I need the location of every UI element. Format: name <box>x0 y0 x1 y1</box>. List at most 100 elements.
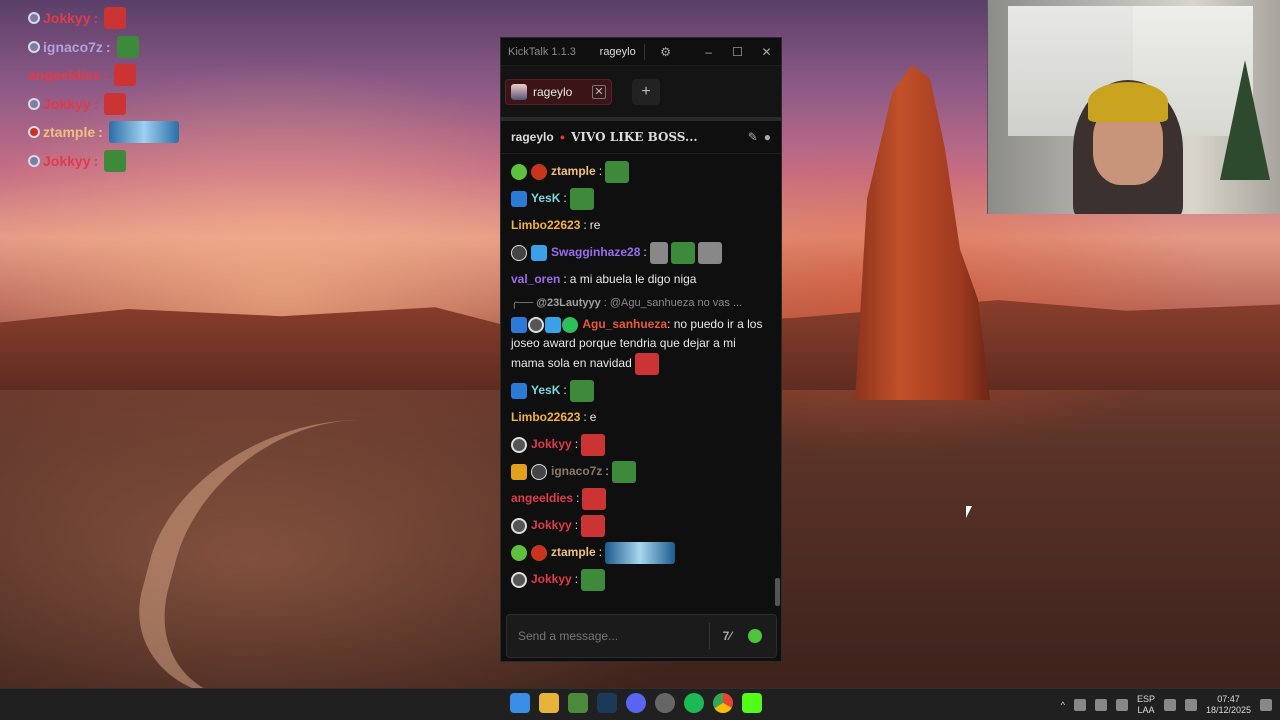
username[interactable]: Swagginhaze28 <box>551 243 640 262</box>
frog-emote-icon <box>569 187 594 210</box>
pin-icon[interactable]: ✎ <box>748 130 758 144</box>
username[interactable]: ignaco7z <box>551 462 602 481</box>
username[interactable]: Limbo22623 <box>511 216 580 235</box>
game-app-icon[interactable] <box>568 693 588 713</box>
steam-icon[interactable] <box>597 693 617 713</box>
username[interactable]: ztample <box>551 543 596 562</box>
tab-rageylo[interactable]: rageylo ✕ <box>505 78 612 105</box>
overlay-username: Jokkyy <box>43 95 91 112</box>
message-input-bar: Send a message... 7⁄ <box>506 614 777 658</box>
overlay-username: ztample <box>43 124 96 141</box>
separator: : <box>105 38 111 55</box>
username[interactable]: angeeldies <box>511 489 573 508</box>
overlay-username: ignaco7z <box>43 38 103 55</box>
close-icon[interactable]: ✕ <box>752 45 781 59</box>
cube-badge-icon <box>531 244 547 261</box>
language-indicator[interactable]: ESP LAA <box>1137 694 1155 716</box>
separator: : <box>93 10 99 27</box>
alien-badge-icon <box>511 163 527 180</box>
frog-emote-icon <box>116 35 139 58</box>
channel-avatar <box>511 83 527 100</box>
santa-emote-icon <box>582 487 607 510</box>
mouse-cursor-icon <box>966 506 972 518</box>
time: 07:47 <box>1217 694 1240 704</box>
separator: : <box>598 545 603 559</box>
cube-badge-icon <box>545 316 561 333</box>
chat-message: Jokkyy: <box>511 431 765 458</box>
frog-emote-icon <box>670 241 695 264</box>
chat-message: Jokkyy: <box>511 566 765 593</box>
tab-bar: rageylo ✕ + <box>501 65 781 121</box>
dot-badge-icon <box>511 517 527 534</box>
shield-icon[interactable] <box>1094 699 1107 711</box>
separator: : <box>563 272 567 286</box>
kicktalk-window: KickTalk 1.1.3 rageylo ⚙ – ☐ ✕ rageylo ✕… <box>500 37 782 662</box>
separator: : <box>93 95 99 112</box>
discord-icon[interactable] <box>626 693 646 713</box>
network-icon[interactable] <box>1163 699 1176 711</box>
notification-icon[interactable] <box>1260 699 1272 711</box>
close-tab-icon[interactable]: ✕ <box>592 84 606 99</box>
message-text: a mi abuela le digo niga <box>569 272 697 286</box>
separator: : <box>598 164 603 178</box>
separator: : <box>583 410 587 424</box>
chat-message: Limbo22623: e <box>511 404 765 431</box>
santa-emote-icon <box>581 514 606 537</box>
santa-emote-icon <box>581 433 606 456</box>
chat-message: Swagginhaze28: <box>511 239 765 266</box>
kick-emote-icon[interactable] <box>748 629 762 643</box>
minimize-icon[interactable]: – <box>694 45 723 59</box>
username[interactable]: YesK <box>531 189 560 208</box>
chrome-icon[interactable] <box>713 693 733 713</box>
channel-header: rageylo ● VIVO LIKE BOSS... ✎ ● <box>501 121 781 154</box>
sync-icon[interactable] <box>1073 699 1086 711</box>
microphone-icon[interactable] <box>1115 699 1128 711</box>
frog-emote-icon <box>581 568 606 591</box>
username[interactable]: Jokkyy <box>531 570 572 589</box>
red-badge-icon <box>531 163 547 180</box>
file-explorer-icon[interactable] <box>539 693 559 713</box>
username[interactable]: ztample <box>551 162 596 181</box>
username[interactable]: val_oren <box>511 270 560 289</box>
language-code: ESP <box>1136 694 1155 704</box>
app-icon[interactable] <box>655 693 675 713</box>
app-name: KickTalk 1.1.3 <box>508 45 576 58</box>
windows-start-icon[interactable] <box>510 693 530 713</box>
frog-emote-icon <box>605 160 630 183</box>
maximize-icon[interactable]: ☐ <box>723 45 752 59</box>
face-emote-icon <box>697 241 722 264</box>
dot-badge-icon <box>511 436 527 453</box>
message-text: re <box>589 218 601 232</box>
reply-preview[interactable]: ╭── @23Lautyyy: @Agu_sanhueza no vas ... <box>511 293 765 313</box>
chat-message: ignaco7z: <box>511 458 765 485</box>
separator: : <box>574 572 579 586</box>
username[interactable]: Limbo22623 <box>511 408 580 427</box>
system-tray: ^ ESP LAA 07:47 18/12/2025 <box>1061 691 1272 719</box>
spotify-icon[interactable] <box>684 693 704 713</box>
separator: : <box>576 491 580 505</box>
add-tab-button[interactable]: + <box>632 78 660 105</box>
volume-icon[interactable] <box>1184 699 1197 711</box>
kick-app-icon[interactable] <box>742 693 762 713</box>
current-user[interactable]: rageylo <box>600 46 639 58</box>
settings-gear-icon[interactable]: ⚙ <box>651 45 680 59</box>
clock[interactable]: 07:47 18/12/2025 <box>1206 694 1251 716</box>
chat-message: Limbo22623: re <box>511 212 765 239</box>
7tv-emote-button[interactable]: 7⁄ <box>710 629 744 643</box>
chat-scrollbar[interactable] <box>775 578 780 606</box>
dot-badge-icon <box>511 571 527 588</box>
chat-message: val_oren: a mi abuela le digo niga <box>511 266 765 293</box>
gold-badge-icon <box>511 463 527 480</box>
message-input[interactable]: Send a message... <box>507 629 709 643</box>
username[interactable]: Jokkyy <box>531 435 572 454</box>
badge-icon <box>28 12 40 25</box>
username[interactable]: Agu_sanhueza <box>582 317 667 331</box>
overlay-chat: Jokkyy: ignaco7z: angeeldies: Jokkyy: zt… <box>28 4 179 175</box>
badge-icon <box>28 154 40 167</box>
overlay-message: Jokkyy: <box>28 147 179 176</box>
username[interactable]: Jokkyy <box>531 516 572 535</box>
user-icon[interactable]: ● <box>764 130 771 144</box>
username[interactable]: YesK <box>531 381 560 400</box>
chevron-up-icon[interactable]: ^ <box>1061 700 1065 710</box>
webcam-feed <box>987 0 1280 214</box>
